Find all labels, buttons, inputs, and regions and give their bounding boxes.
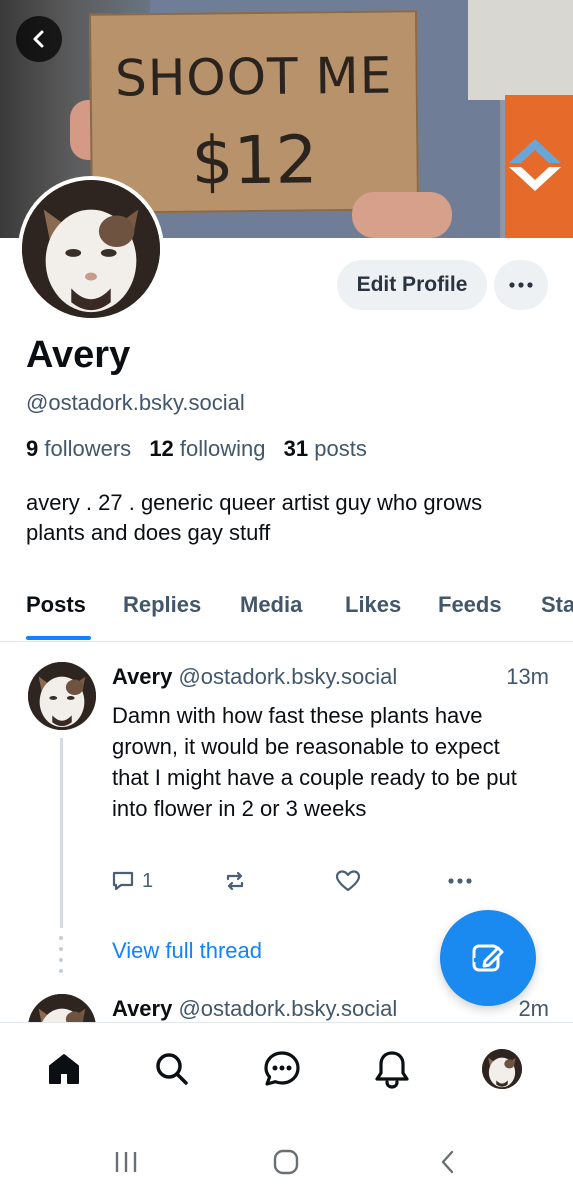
cat-face-avatar-image bbox=[22, 180, 160, 318]
recents-icon bbox=[115, 1152, 137, 1172]
banner-hand-right bbox=[352, 192, 452, 238]
banner-logo-icon bbox=[509, 139, 561, 191]
following-count: 12 bbox=[149, 436, 174, 461]
ellipsis-icon bbox=[509, 282, 533, 288]
system-home-button[interactable] bbox=[266, 1142, 306, 1182]
tab-replies[interactable]: Replies bbox=[123, 592, 201, 618]
post-actions: 1 bbox=[0, 868, 573, 898]
chat-icon bbox=[264, 1051, 300, 1086]
tab-likes[interactable]: Likes bbox=[345, 592, 401, 618]
reply-count: 1 bbox=[142, 869, 154, 892]
tab-starter-packs[interactable]: Sta bbox=[541, 592, 573, 618]
profile-stats: 9 followers 12 following 31 posts bbox=[26, 436, 367, 462]
nav-home[interactable] bbox=[42, 1047, 86, 1091]
repost-button[interactable] bbox=[222, 868, 248, 894]
posts-label: posts bbox=[314, 436, 367, 461]
nav-profile[interactable] bbox=[480, 1047, 524, 1091]
following-link[interactable]: 12 following bbox=[149, 436, 265, 461]
nav-notifications[interactable] bbox=[370, 1047, 414, 1091]
bottom-navigation bbox=[0, 1022, 573, 1122]
reply-button[interactable]: 1 bbox=[110, 868, 153, 894]
like-button[interactable] bbox=[334, 868, 362, 894]
tab-media[interactable]: Media bbox=[240, 592, 302, 618]
post-more-button[interactable] bbox=[446, 868, 474, 894]
tab-posts[interactable]: Posts bbox=[26, 592, 86, 618]
tab-feeds[interactable]: Feeds bbox=[438, 592, 502, 618]
post-text: Damn with how fast these plants have gro… bbox=[112, 703, 517, 821]
active-tab-indicator bbox=[26, 636, 91, 640]
ellipsis-icon bbox=[448, 878, 472, 884]
home-circle-icon bbox=[273, 1149, 299, 1175]
followers-link[interactable]: 9 followers bbox=[26, 436, 131, 461]
posts-count: 31 bbox=[283, 436, 309, 461]
system-navigation-bar bbox=[0, 1122, 573, 1200]
post-author-name: Avery bbox=[112, 996, 173, 1021]
post-author-name: Avery bbox=[112, 664, 173, 689]
post-timestamp: 13m bbox=[506, 664, 549, 689]
nav-search[interactable] bbox=[150, 1047, 194, 1091]
compose-post-button[interactable] bbox=[440, 910, 536, 1006]
search-icon bbox=[156, 1053, 188, 1085]
repost-icon bbox=[226, 871, 244, 891]
profile-avatar[interactable] bbox=[18, 176, 164, 322]
heart-icon bbox=[335, 870, 361, 892]
followers-label: followers bbox=[44, 436, 132, 461]
recents-button[interactable] bbox=[106, 1142, 146, 1182]
edit-profile-button[interactable]: Edit Profile bbox=[337, 260, 487, 310]
back-icon bbox=[441, 1150, 454, 1174]
profile-avatar-small bbox=[482, 1049, 522, 1089]
post-avatar[interactable] bbox=[28, 662, 96, 730]
post-header[interactable]: Avery @ostadork.bsky.social bbox=[112, 996, 397, 1022]
display-name: Avery bbox=[26, 334, 131, 376]
chevron-left-icon bbox=[33, 30, 44, 48]
view-full-thread-link[interactable]: View full thread bbox=[112, 938, 262, 964]
profile-bio: avery . 27 . generic queer artist guy wh… bbox=[26, 490, 483, 545]
bell-icon bbox=[375, 1051, 409, 1089]
cat-face-avatar-image bbox=[482, 1049, 522, 1089]
home-icon bbox=[49, 1054, 79, 1084]
nav-chat[interactable] bbox=[260, 1047, 304, 1091]
posts-stat: 31 posts bbox=[284, 436, 367, 461]
post-author-handle: @ostadork.bsky.social bbox=[178, 664, 398, 689]
system-back-button[interactable] bbox=[428, 1142, 468, 1182]
back-button[interactable] bbox=[16, 16, 62, 62]
followers-count: 9 bbox=[26, 436, 39, 461]
post-timestamp: 2m bbox=[518, 996, 549, 1021]
post-header[interactable]: Avery @ostadork.bsky.social bbox=[112, 664, 397, 690]
profile-tabs: Posts Replies Media Likes Feeds Sta bbox=[0, 586, 573, 642]
more-options-button[interactable] bbox=[494, 260, 548, 310]
post-author-handle: @ostadork.bsky.social bbox=[178, 996, 398, 1021]
sign-text-line1: SHOOT ME bbox=[114, 46, 393, 108]
cat-face-avatar-image bbox=[28, 662, 96, 730]
compose-pencil-icon bbox=[472, 944, 504, 972]
following-label: following bbox=[179, 436, 266, 461]
thread-line bbox=[60, 738, 63, 928]
thread-dots bbox=[59, 936, 64, 980]
profile-handle: @ostadork.bsky.social bbox=[26, 390, 245, 415]
banner-panel bbox=[468, 0, 573, 100]
reply-bubble-icon bbox=[112, 871, 134, 891]
